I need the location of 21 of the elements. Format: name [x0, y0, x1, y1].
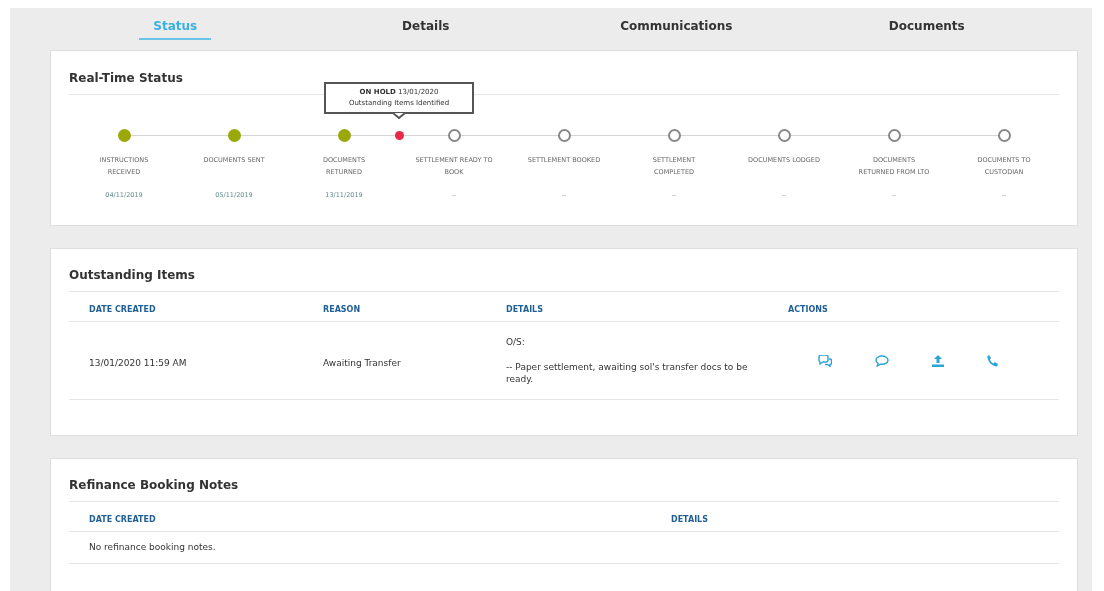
- column-header: DETAILS: [506, 304, 543, 314]
- speech-bubble-icon[interactable]: [875, 354, 889, 367]
- column-header: REASON: [323, 304, 361, 314]
- table-cell-text: O/S:: [506, 336, 526, 348]
- card-title: Refinance Booking Notes: [69, 476, 1059, 502]
- column-header: DATE CREATED: [89, 304, 156, 314]
- table-cell-text: -- Paper settlement, awaiting sol's transfer docs to be ready.: [506, 361, 749, 385]
- card-title: Outstanding Items: [69, 266, 1059, 292]
- column-header: DATE CREATED: [89, 514, 156, 524]
- phone-icon[interactable]: [987, 354, 998, 367]
- upload-icon[interactable]: [932, 354, 944, 367]
- table-cell: 13/01/2020 11:59 AM: [89, 357, 187, 368]
- on-hold-marker: [395, 131, 404, 140]
- tab[interactable]: Details: [388, 17, 464, 40]
- table-cell: Awaiting Transfer: [323, 357, 401, 368]
- column-header: DETAILS: [671, 514, 708, 524]
- empty-message: No refinance booking notes.: [89, 540, 216, 554]
- tab[interactable]: Communications: [606, 17, 747, 40]
- conversation-icon[interactable]: [818, 354, 832, 367]
- column-header: ACTIONS: [788, 304, 828, 314]
- tab[interactable]: Documents: [874, 17, 979, 40]
